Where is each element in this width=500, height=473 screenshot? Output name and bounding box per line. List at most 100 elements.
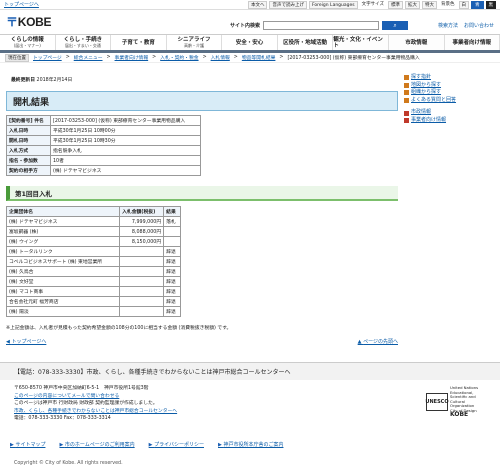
breadcrumb-current: [2017-03253-000] (仮称) 東部療育センター事業用物品購入	[287, 56, 420, 61]
sidebar-item[interactable]: 事業者向け情報	[404, 117, 492, 125]
results-cell-name: (株) トータルリンク	[5, 246, 121, 257]
accessibility-tools: 本文へ 音声で読み上げ Foreign Languages 文字サイズ 標準 拡…	[247, 1, 496, 9]
results-cell-result: 辞退	[163, 246, 181, 257]
contract-info-table: [契約番号] 件名 [2017-03253-000] (仮称) 東部療育センター事…	[6, 115, 201, 176]
info-key: 契約の相手方	[6, 165, 51, 176]
results-header-cell: 結果	[163, 206, 181, 217]
info-row: [契約番号] 件名 [2017-03253-000] (仮称) 東部療育センター事…	[6, 115, 201, 126]
search-button[interactable]: ⌕	[382, 21, 409, 30]
last-updated: 最終更新日 2018年2月14日	[11, 76, 72, 83]
breadcrumb: 現在位置 トップページ > 総合メニュー > 事業者向け情報 > 入札・契約・税金 > 入札情報…	[0, 53, 500, 63]
sidebar-item[interactable]: 探す指針	[404, 74, 492, 82]
sidebar-item[interactable]: 市政情報	[404, 109, 492, 117]
main-content: 開札結果 [契約番号] 件名 [2017-03253-000] (仮称) 東部療育…	[5, 91, 398, 331]
table-row: (株) ドテヤマビジネス 7,999,000円 落札	[5, 216, 181, 227]
info-value: 平成30年1月25日 10時00分	[50, 125, 201, 136]
footer-links: ▶ サイトマップ ▶ 市のホームページのご利用案内 ▶ プライバシーポリシー ▶ 神戸…	[10, 441, 283, 448]
nav-item[interactable]: シニアライフ 高齢・介護	[167, 35, 223, 50]
nav-item-label: 市政情報	[405, 39, 428, 46]
copyright: Copyright © City of Kobe. All rights res…	[14, 461, 123, 466]
nav-item-label: 安全・安心	[235, 39, 264, 46]
bg-white-button[interactable]: 白	[458, 1, 469, 9]
unesco-text: United Nations Educational, Scientific a…	[450, 386, 488, 418]
kobe-logo[interactable]: 〒KOBE	[6, 13, 51, 30]
sidebar-item-label[interactable]: 探す指針	[411, 74, 431, 82]
page-top-link[interactable]: ▲ ページの先頭へ	[358, 338, 398, 345]
results-cell-name: (株) 文好堂	[5, 276, 121, 287]
info-value: 10者	[50, 155, 201, 166]
footer-link-label: サイトマップ	[15, 442, 46, 448]
bg-blue-button[interactable]: 青	[471, 1, 484, 9]
results-header-row: 企業団体名 入札金額(税抜) 結果	[5, 206, 181, 217]
results-cell-result	[163, 236, 181, 247]
sidebar-item-label[interactable]: 市政情報	[411, 109, 431, 117]
call-center-link[interactable]: 市政、くらし、各種手続きでわからないことは神戸市総合コールセンターへ	[14, 409, 177, 414]
results-cell-amount: 7,999,000円	[119, 216, 165, 227]
top-bar: トップページへ 本文へ 音声で読み上げ Foreign Languages 文字…	[0, 0, 500, 10]
round-heading: 第1回目入札	[6, 186, 398, 201]
sidebar-item-label[interactable]: よくある質問と回答	[411, 97, 456, 105]
nav-item[interactable]: 子育て・教育	[111, 35, 167, 50]
footer-link-label: プライバシーポリシー	[154, 442, 204, 448]
info-key: 指名・参加数	[6, 155, 51, 166]
results-cell-name: 富坂鋼器 (株)	[5, 226, 121, 237]
page-navigation: ◀ トップページへ ▲ ページの先頭へ	[6, 338, 398, 345]
results-cell-name: (株) 陽淡	[5, 306, 121, 317]
read-aloud-button[interactable]: 音声で読み上げ	[269, 1, 307, 9]
bullet-icon	[404, 118, 409, 124]
font-large-button[interactable]: 拡大	[405, 1, 420, 9]
footer-link[interactable]: ▶ 神戸市役所本庁舎のご案内	[218, 441, 283, 448]
sidebar-item-label[interactable]: 事業者向け情報	[411, 117, 446, 125]
nav-item-sub: (届出・マナー)	[13, 42, 41, 48]
nav-item[interactable]: くらし・手続き 届出・すまい・交通	[56, 35, 112, 50]
nav-item[interactable]: 事業者向け情報	[444, 35, 500, 50]
font-xlarge-button[interactable]: 特大	[422, 1, 437, 9]
font-size-label: 文字サイズ	[361, 2, 384, 7]
search-icon: ⌕	[393, 21, 397, 29]
bg-black-button[interactable]: 黒	[485, 1, 496, 9]
to-content-link[interactable]: 本文へ	[247, 1, 268, 9]
breadcrumb-link[interactable]: 事業者向け情報	[115, 54, 149, 61]
nav-item[interactable]: 安全・安心	[222, 35, 278, 50]
info-key: [契約番号] 件名	[6, 115, 51, 126]
how-to-search-link[interactable]: 検索方法	[438, 22, 458, 29]
sidebar-item[interactable]: 組織から探す	[404, 89, 492, 97]
breadcrumb-link[interactable]: 総合メニュー	[74, 54, 103, 61]
sidebar-item-label[interactable]: 組織から探す	[411, 89, 441, 97]
nav-item[interactable]: 区役所・地域活動	[278, 35, 334, 50]
breadcrumb-link[interactable]: 入札・契約・税金	[160, 54, 198, 61]
results-cell-amount	[119, 306, 165, 317]
info-value: (株) ドテヤマビジネス	[50, 165, 201, 176]
footer-link[interactable]: ▶ サイトマップ	[10, 441, 45, 448]
unesco-icon: UNESCO	[425, 393, 449, 411]
skip-to-top-link[interactable]: トップページへ	[4, 1, 39, 8]
sidebar: 探す指針 地図から探す 組織から探す よくある質問と回答 市政情報 事業者向け情報	[404, 74, 492, 125]
kobe-mark-icon: 〒	[6, 15, 18, 29]
breadcrumb-link[interactable]: トップページ	[33, 54, 62, 61]
footer-link[interactable]: ▶ 市のホームページのご利用案内	[59, 441, 134, 448]
footer-link[interactable]: ▶ プライバシーポリシー	[149, 441, 204, 448]
nav-item[interactable]: 観光・文化・イベント	[333, 35, 389, 50]
inquiry-link[interactable]: お問い合わせ	[464, 22, 494, 29]
breadcrumb-link[interactable]: 物品等開札結果	[242, 54, 276, 61]
foreign-languages-button[interactable]: Foreign Languages	[308, 1, 358, 9]
table-row: (株) 久鳥合 辞退	[5, 266, 181, 277]
mail-inquiry-link[interactable]: このページの内容についてメールで問い合わせる	[14, 394, 119, 399]
call-center-banner: 【電話：078-333-3330】市政、くらし、各種手続きでわからないことは神戸…	[0, 363, 500, 380]
bgcolor-label: 背景色	[441, 2, 455, 7]
back-to-top-link[interactable]: ◀ トップページへ	[6, 338, 46, 345]
table-row: コベルコビジネスサポート (株) 東地営業所 辞退	[5, 256, 181, 267]
nav-item[interactable]: 市政情報	[388, 35, 445, 50]
results-cell-amount	[119, 276, 165, 287]
address-line: 〒650-8570 神戸市中央区加納町6-5-1 神戸市役所1号館3階	[14, 386, 149, 391]
font-standard-button[interactable]: 標準	[388, 1, 403, 9]
footer-address: 〒650-8570 神戸市中央区加納町6-5-1 神戸市役所1号館3階 このペー…	[14, 385, 177, 423]
amount-note: ※上記金額は、入札者が見積もった契約希望金額の108分の100に相当する金額 (…	[6, 326, 232, 331]
nav-item[interactable]: くらしの情報 (届出・マナー)	[0, 35, 56, 50]
results-cell-name: 合名会社元町 福芳商店	[5, 296, 121, 307]
breadcrumb-link[interactable]: 入札情報	[211, 54, 230, 61]
table-row: (株) ウイング 8,150,000円	[5, 236, 181, 247]
results-cell-result: 辞退	[163, 256, 181, 267]
sidebar-item[interactable]: よくある質問と回答	[404, 97, 492, 105]
search-input[interactable]	[263, 21, 380, 30]
